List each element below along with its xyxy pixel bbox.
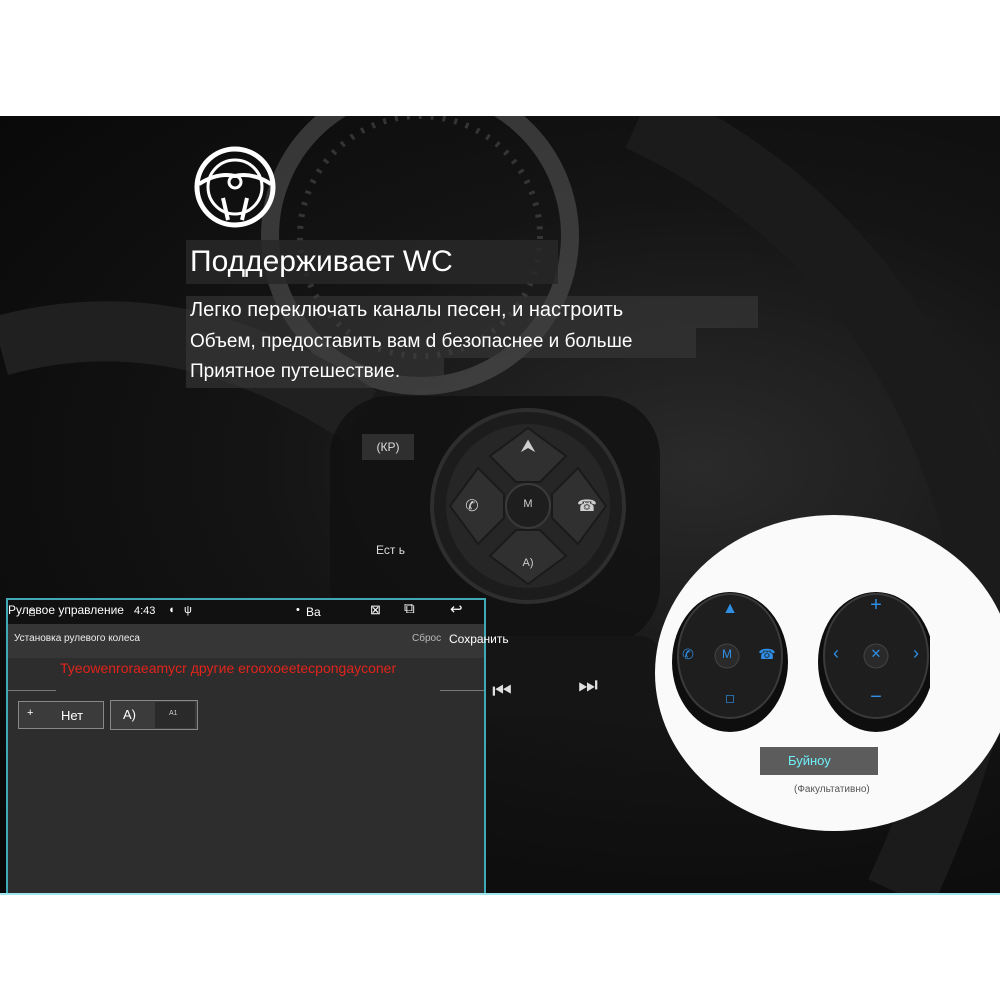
phone-blue-icon[interactable]: ✆ — [678, 646, 698, 663]
a-button-label: A) — [522, 557, 534, 569]
phone-icon[interactable]: ✆ — [462, 496, 482, 516]
square-icon[interactable]: ◻ — [720, 691, 740, 705]
dot-icon: • — [296, 604, 300, 616]
steering-wheel-icon — [194, 146, 276, 228]
hangup-blue-icon[interactable]: ☎ — [757, 646, 777, 663]
clock: 4:43 — [134, 605, 156, 617]
hangup-icon[interactable]: ☎ — [576, 496, 598, 516]
forward-icon[interactable]: ⏭ — [570, 672, 606, 698]
divider-left — [8, 690, 56, 691]
key-a-small: A1 — [169, 710, 178, 717]
back-icon[interactable]: ↩ — [450, 600, 463, 618]
close-icon[interactable]: ⊠ — [370, 602, 381, 618]
settings-subtitle: Установка рулевого колеса — [14, 633, 140, 644]
left-icon[interactable]: ‹ — [826, 643, 846, 664]
m-button[interactable]: M — [518, 498, 538, 510]
yest-label: Ест ь — [376, 543, 405, 557]
optional-note: (Факультативно) — [794, 784, 870, 795]
rewind-icon[interactable]: ⏮ — [484, 678, 520, 704]
save-button[interactable]: Сохранить — [449, 632, 509, 646]
product-badge-text: Буйноу — [788, 753, 831, 768]
plus-icon[interactable]: + — [866, 594, 886, 617]
headline-line-3: Приятное путешествие. — [190, 361, 401, 382]
m-blue-icon[interactable]: M — [717, 647, 737, 661]
key-a-button[interactable]: A) A1 — [110, 700, 198, 730]
key-a-label: A) — [123, 707, 136, 722]
key-none-button[interactable]: + Нет — [18, 701, 104, 729]
mute-icon[interactable]: ✕ — [866, 646, 886, 662]
product-badge: Буйноу — [760, 747, 878, 775]
headline-line-1: Легко переключать каналы песен, и настро… — [190, 299, 624, 321]
up-icon[interactable]: ▲ — [720, 600, 740, 618]
hero-scene: Поддерживает WC Легко переключать каналы… — [0, 116, 1000, 894]
usb-icon: ψ — [184, 604, 192, 616]
status-bar: ⌂ Рулевое управление 4:43 ◖ ψ • Ва ⊠ ⧉ ↩ — [8, 600, 484, 624]
up-arrow-icon[interactable]: ⮝ — [518, 436, 538, 457]
headline-title: Поддерживает WC — [190, 245, 453, 278]
settings-header: Установка рулевого колеса Сброс — [8, 624, 484, 658]
key-none-label: Нет — [61, 708, 84, 723]
warning-text: Tyeowenroraeamycr другие erooxoeetecpong… — [60, 660, 397, 676]
plus-label: + — [27, 707, 34, 719]
reset-button[interactable]: Сброс — [412, 633, 441, 644]
head-unit-screen: ⌂ Рулевое управление 4:43 ◖ ψ • Ва ⊠ ⧉ ↩… — [6, 598, 509, 894]
bottom-border — [0, 893, 1000, 895]
remote-pair — [672, 592, 930, 732]
minus-icon[interactable]: − — [866, 686, 886, 709]
divider-right — [440, 690, 484, 691]
headline-line-2: Объем, предоставить вам d безопаснее и б… — [190, 331, 633, 352]
tab-va[interactable]: Ва — [306, 605, 321, 619]
shield-icon: ◖ — [168, 604, 175, 616]
status-title: Рулевое управление — [8, 603, 124, 617]
kp-label: (КР) — [362, 434, 414, 460]
window-icon[interactable]: ⧉ — [404, 600, 415, 617]
right-icon[interactable]: › — [906, 643, 926, 664]
